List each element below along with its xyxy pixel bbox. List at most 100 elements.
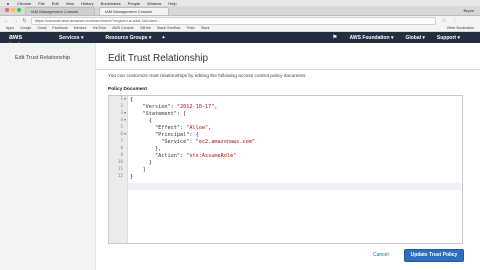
active-line-highlight [128,183,461,190]
bookmark-item[interactable]: Gmail [37,26,46,30]
window-controls [5,8,21,12]
code-key: "Principal" [155,132,190,138]
code-key: "Statement" [142,111,177,117]
support-label: Support [436,34,457,41]
fold-arrow-icon[interactable]: ▼ [124,97,126,101]
zoom-window-icon[interactable] [17,8,21,12]
browser-tab-active[interactable]: IAM Management Console [99,7,169,15]
code-key: "Effect" [155,125,180,131]
bookmark-item[interactable]: Mentors [74,26,87,30]
bell-icon[interactable]: ⚑ [332,34,337,41]
menu-history[interactable]: History [81,1,93,6]
code-line: ] [130,167,146,173]
browser-tab[interactable]: IAM Management Console [25,7,95,15]
line-number: 12 [117,174,123,179]
code-line: "Statement": [ [130,111,187,117]
code-line: { [130,97,133,103]
aws-logo[interactable]: aws [9,34,39,44]
page-title: Edit Trust Relationship [108,53,209,64]
bookmark-item[interactable]: YouTube [92,26,106,30]
region-menu[interactable]: Global ▾ [405,35,424,41]
divider [96,69,480,70]
services-label: Services [59,34,80,41]
chevron-down-icon: ▾ [148,34,152,41]
bookmarks-bar: Apps Google Gmail Facebook Mentors YouTu… [0,25,480,32]
account-menu[interactable]: AWS Foundation ▾ [350,35,394,41]
code-token: : [ [176,111,187,117]
line-number: 5 [120,125,123,130]
menu-view[interactable]: View [66,1,75,6]
line-number: 10 [117,160,123,165]
fold-arrow-icon[interactable]: ▼ [124,111,126,115]
sidebar-item-edit-trust[interactable]: Edit Trust Relationship [15,55,70,61]
line-number: 7 [120,139,123,144]
code-string: "sts:AssumeRole" [186,153,237,159]
bookmark-item[interactable]: AWS Console [112,26,134,30]
browser-profile-name[interactable]: Bryan [464,8,474,13]
services-menu[interactable]: Services ▾ [59,35,83,41]
line-number: 2 [120,104,123,109]
support-menu[interactable]: Support ▾ [437,35,460,41]
menu-window[interactable]: Window [147,1,161,6]
code-line: { [130,118,152,124]
bookmark-item[interactable]: GitHub [140,26,151,30]
line-number: 6 [120,132,123,137]
main-panel: Edit Trust Relationship You can customiz… [96,43,480,270]
policy-document-label: Policy Document [108,87,147,92]
star-icon[interactable]: ☆ [442,18,446,24]
menu-file[interactable]: File [38,1,44,6]
chevron-down-icon: ▾ [422,34,425,41]
code-line: "Action": "sts:AssumeRole" [155,153,237,159]
bookmark-item[interactable]: Facebook [52,26,67,30]
menu-bookmarks[interactable]: Bookmarks [101,1,121,6]
menu-chrome[interactable]: Chrome [17,1,31,6]
resource-groups-menu[interactable]: Resource Groups ▾ [105,35,151,41]
back-icon[interactable]: ← [4,18,9,24]
fold-arrow-icon[interactable]: ▼ [124,132,126,136]
close-window-icon[interactable] [5,8,9,12]
minimize-window-icon[interactable] [11,8,15,12]
code-line: "Effect": "Allow", [155,125,212,131]
bookmark-item[interactable]: Stack Overflow [157,26,181,30]
code-line: "Service": "ec2.amazonaws.com" [161,139,255,145]
code-token: { [148,118,152,124]
sidebar: Edit Trust Relationship [0,43,96,270]
chevron-down-icon: ▾ [457,34,460,41]
editor-gutter: 1 2 3 4 5 6 7 8 9 10 11 12 ▼ ▼ ▼ ▼ [109,96,128,243]
code-token: : { [189,132,199,138]
bookmark-item[interactable]: Apps [6,26,14,30]
apple-icon[interactable]: ● [6,1,10,6]
reload-icon[interactable]: ↻ [22,18,27,24]
forward-icon[interactable]: → [13,18,18,24]
fold-arrow-icon[interactable]: ▼ [124,118,126,122]
code-token: }, [155,146,162,152]
code-string: "ec2.amazonaws.com" [195,139,255,145]
bookmark-item[interactable]: Trello [186,26,195,30]
line-number: 9 [120,153,123,158]
aws-top-nav: aws Services ▾ Resource Groups ▾ ✦ ⚑ AWS… [0,32,480,44]
policy-editor[interactable]: 1 2 3 4 5 6 7 8 9 10 11 12 ▼ ▼ ▼ ▼ { "Ve… [108,95,463,244]
menu-icon[interactable]: ⋮ [452,18,457,24]
code-line: } [130,160,152,166]
code-key: "Service" [161,139,190,145]
browser-tab-bar: IAM Management Console IAM Management Co… [0,6,480,16]
cancel-button[interactable]: Cancel [373,252,389,258]
page-description: You can customize trust relationships by… [108,74,307,79]
code-token: } [148,160,152,166]
menu-help[interactable]: Help [168,1,176,6]
line-number: 3 [120,111,123,116]
pin-icon[interactable]: ✦ [161,35,165,41]
code-string: "2012-10-17" [176,104,215,110]
update-trust-policy-button[interactable]: Update Trust Policy [404,249,464,262]
url-field[interactable]: https://console.aws.amazon.com/iam/home?… [31,16,436,25]
code-line: "Version": "2012-10-17", [142,104,218,110]
code-line: }, [130,146,161,152]
menu-edit[interactable]: Edit [52,1,59,6]
menu-people[interactable]: People [128,1,140,6]
line-number: 1 [120,97,123,102]
bookmark-item[interactable]: Slack [201,26,210,30]
address-bar-row: ← → ↻ https://console.aws.amazon.com/iam… [0,16,480,25]
other-bookmarks[interactable]: Other Bookmarks [447,26,474,30]
line-number: 4 [120,118,123,123]
bookmark-item[interactable]: Google [20,26,31,30]
